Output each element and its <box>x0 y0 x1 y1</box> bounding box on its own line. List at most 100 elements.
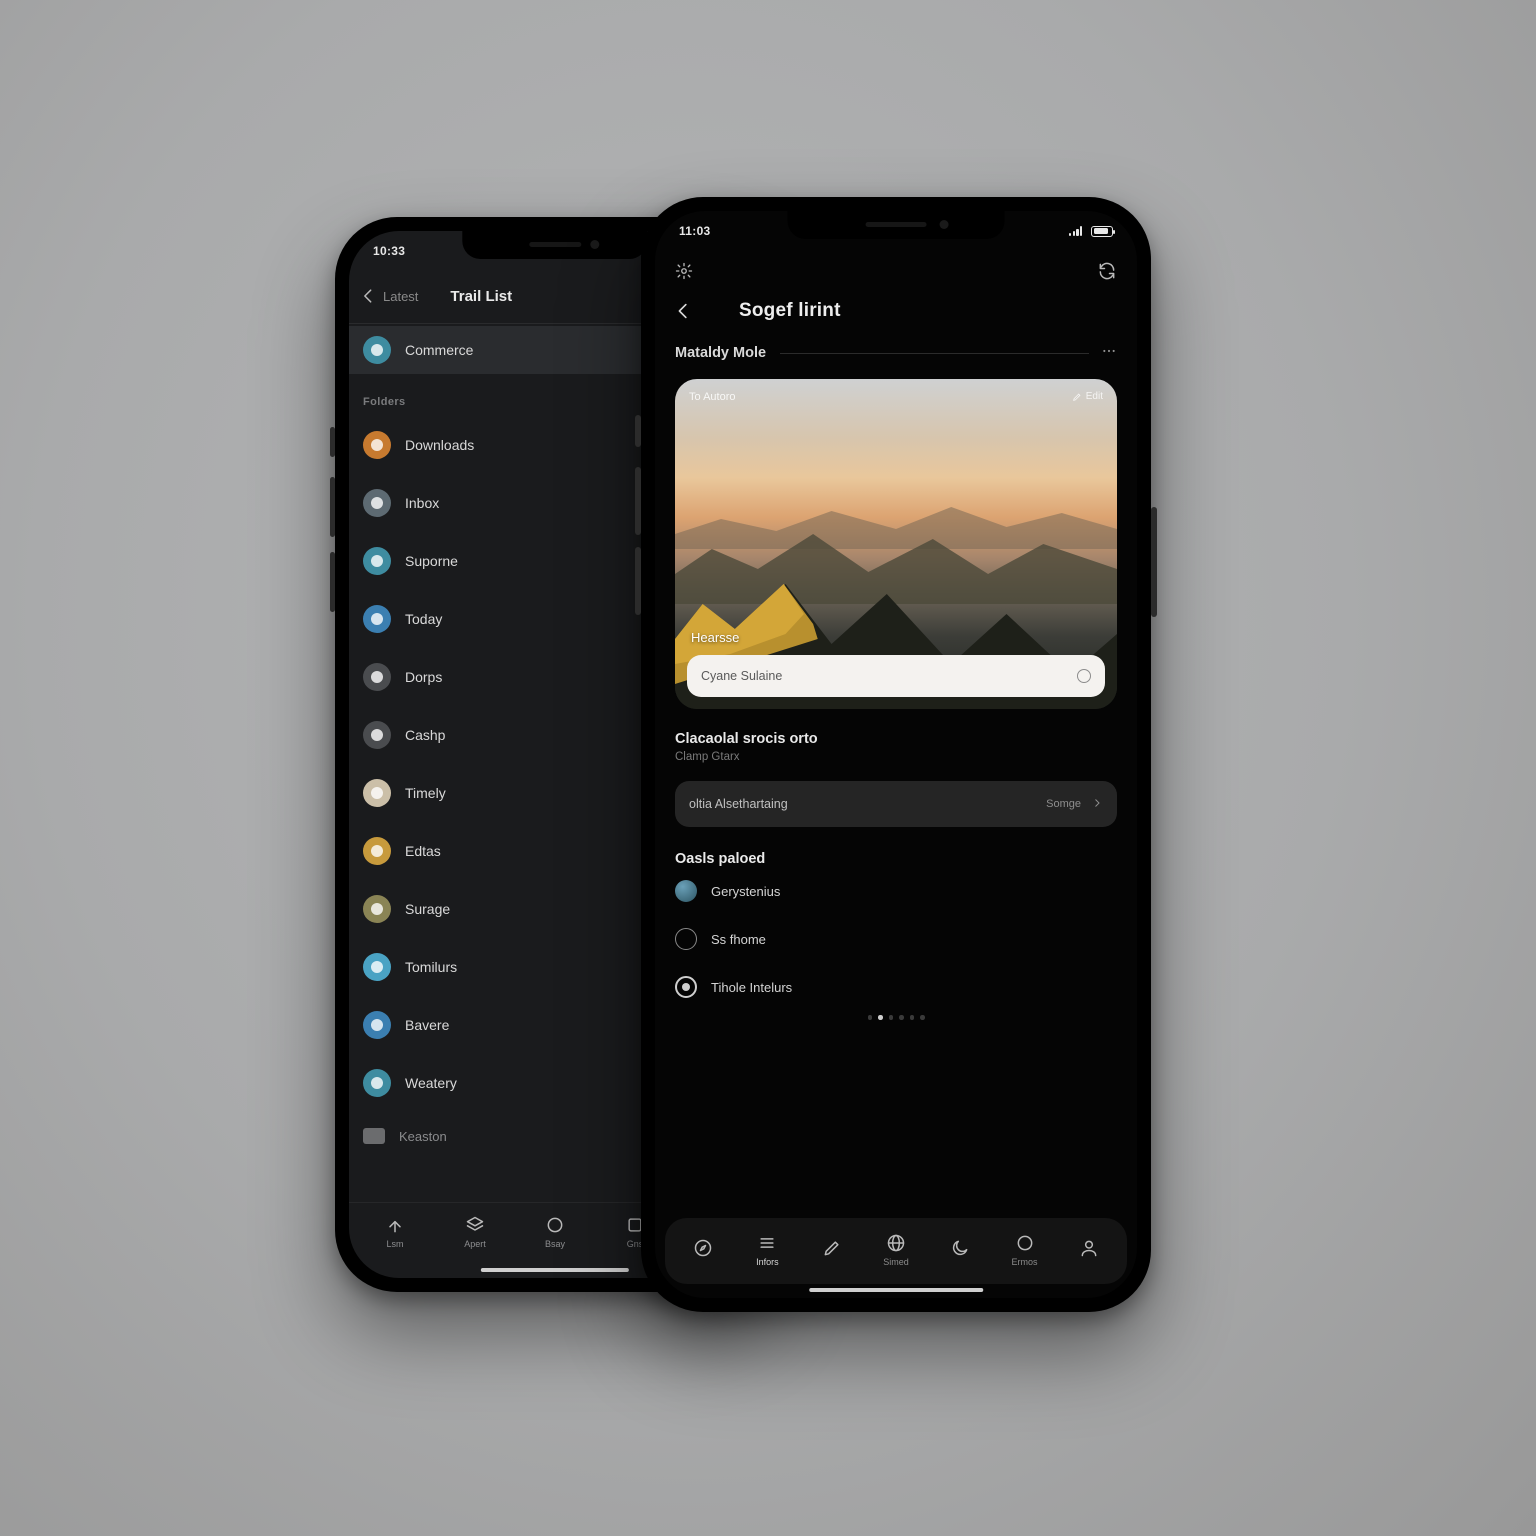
subsection-caption: Clamp Gtarx <box>675 751 1117 763</box>
item-icon <box>363 431 391 459</box>
hero-input-label: Cyane Sulaine <box>701 669 782 683</box>
volume-up[interactable] <box>330 477 335 537</box>
arrow-up-icon <box>385 1215 405 1235</box>
layers-icon <box>465 1215 485 1235</box>
option-label: Ss fhome <box>711 932 766 947</box>
hero-tag: To Autoro <box>689 391 735 403</box>
back-label[interactable]: Latest <box>383 289 418 304</box>
divider <box>780 353 1089 354</box>
setting-value: Somge <box>1046 798 1081 810</box>
tab-0[interactable]: Lsm <box>361 1215 429 1249</box>
tab-3[interactable]: Simed <box>864 1233 927 1267</box>
tab-bar: Infors Simed Ermos <box>665 1218 1127 1284</box>
tab-1[interactable]: Apert <box>441 1215 509 1249</box>
toolbar <box>655 251 1137 291</box>
item-icon <box>363 721 391 749</box>
item-icon <box>363 1011 391 1039</box>
item-icon <box>363 837 391 865</box>
item-label: Cashp <box>405 727 445 743</box>
hero-card[interactable]: To Autoro Edit Hearsse Cyane Sulaine <box>675 379 1117 709</box>
status-time: 10:33 <box>373 244 405 258</box>
item-label: Dorps <box>405 669 442 685</box>
phone-right: 11:03 Sogef lirint Mataldy Mole <box>641 197 1151 1312</box>
item-icon <box>363 895 391 923</box>
notch <box>788 211 1005 239</box>
item-label: Edtas <box>405 843 441 859</box>
item-label: Today <box>405 611 442 627</box>
volume-up[interactable] <box>635 467 641 535</box>
back-icon[interactable] <box>673 300 695 322</box>
item-icon <box>363 953 391 981</box>
gear-icon[interactable] <box>675 262 693 280</box>
mute-switch[interactable] <box>330 427 335 457</box>
target-icon <box>675 976 697 998</box>
globe-icon <box>675 880 697 902</box>
home-indicator[interactable] <box>481 1268 629 1273</box>
hero-input[interactable]: Cyane Sulaine <box>687 655 1105 697</box>
card-icon <box>363 1128 385 1144</box>
globe-icon <box>886 1233 906 1253</box>
list-icon <box>757 1233 777 1253</box>
circle-icon <box>1015 1233 1035 1253</box>
item-icon <box>363 1069 391 1097</box>
volume-down[interactable] <box>635 547 641 615</box>
content-scroll[interactable]: Mataldy Mole <box>655 333 1137 1216</box>
item-label: Weatery <box>405 1075 457 1091</box>
option-1[interactable]: Ss fhome <box>675 915 1117 963</box>
power-button[interactable] <box>1151 507 1157 617</box>
hero-edit[interactable]: Edit <box>1072 391 1103 402</box>
volume-down[interactable] <box>330 552 335 612</box>
tab-0[interactable] <box>672 1238 735 1262</box>
back-icon[interactable] <box>359 286 379 306</box>
option-2[interactable]: Tihole Intelurs <box>675 963 1117 1011</box>
circle-icon <box>1077 669 1091 683</box>
tab-1[interactable]: Infors <box>736 1233 799 1267</box>
refresh-icon[interactable] <box>1097 261 1117 281</box>
option-label: Tihole Intelurs <box>711 980 792 995</box>
circle-icon <box>545 1215 565 1235</box>
group-title: Oasls paloed <box>675 851 1117 867</box>
nav-header: Sogef lirint <box>655 289 1137 333</box>
battery-icon <box>1091 226 1113 237</box>
setting-label: oltia Alsethartaing <box>689 797 788 811</box>
notch <box>462 231 647 259</box>
tab-2[interactable]: Bsay <box>521 1215 589 1249</box>
item-label: Inbox <box>405 495 439 511</box>
edit-icon <box>822 1238 842 1258</box>
item-label: Timely <box>405 785 446 801</box>
item-label: Suporne <box>405 553 458 569</box>
option-label: Gerystenius <box>711 884 780 899</box>
section-row: Mataldy Mole <box>675 333 1117 373</box>
item-label: Downloads <box>405 437 474 453</box>
item-label: Bavere <box>405 1017 449 1033</box>
section-label: Mataldy Mole <box>675 345 766 361</box>
status-time: 11:03 <box>679 224 711 238</box>
page-title: Trail List <box>450 288 512 305</box>
item-icon <box>363 489 391 517</box>
tab-6[interactable] <box>1057 1238 1120 1262</box>
item-icon <box>363 547 391 575</box>
item-label: Tomilurs <box>405 959 457 975</box>
tab-2[interactable] <box>800 1238 863 1262</box>
page-title: Sogef lirint <box>739 300 841 322</box>
item-icon <box>363 605 391 633</box>
hero-caption: Hearsse <box>691 630 739 645</box>
item-icon <box>363 779 391 807</box>
item-icon <box>363 663 391 691</box>
user-icon <box>1079 1238 1099 1258</box>
radio-icon <box>675 928 697 950</box>
chevron-right-icon <box>1091 797 1103 812</box>
setting-row[interactable]: oltia Alsethartaing Somge <box>675 781 1117 827</box>
item-label: Surage <box>405 901 450 917</box>
page-dots <box>675 1015 1117 1020</box>
moon-icon <box>950 1238 970 1258</box>
option-0[interactable]: Gerystenius <box>675 867 1117 915</box>
tab-4[interactable] <box>929 1238 992 1262</box>
tab-5[interactable]: Ermos <box>993 1233 1056 1267</box>
home-indicator[interactable] <box>809 1288 983 1293</box>
item-label: Keaston <box>399 1129 447 1144</box>
mute-switch[interactable] <box>635 415 641 447</box>
more-icon[interactable] <box>1101 343 1117 363</box>
item-icon <box>363 336 391 364</box>
item-label: Commerce <box>405 342 473 358</box>
